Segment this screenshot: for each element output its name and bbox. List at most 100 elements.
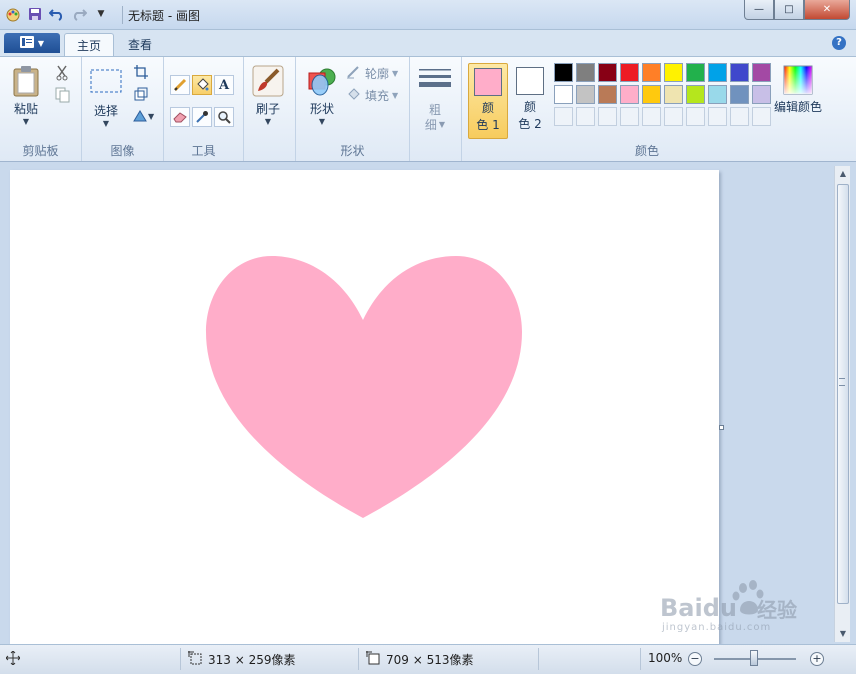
- save-icon[interactable]: [26, 5, 44, 23]
- palette-swatch[interactable]: [620, 63, 639, 82]
- palette-swatch[interactable]: [554, 63, 573, 82]
- eraser-icon[interactable]: [170, 107, 190, 127]
- fill-bucket-icon[interactable]: [192, 75, 212, 95]
- copy-icon[interactable]: [55, 87, 71, 106]
- rotate-icon[interactable]: ▼: [132, 109, 154, 123]
- palette-swatch[interactable]: [642, 85, 661, 104]
- palette-custom-slot[interactable]: [686, 107, 705, 126]
- group-size: 粗 细 ▼: [410, 57, 462, 161]
- brushes-button[interactable]: 刷子 ▼: [252, 65, 284, 126]
- palette-custom-slot[interactable]: [664, 107, 683, 126]
- palette-swatch[interactable]: [598, 85, 617, 104]
- close-button[interactable]: ✕: [804, 0, 850, 20]
- shapes-button[interactable]: 形状 ▼: [306, 65, 338, 126]
- help-icon[interactable]: ?: [832, 36, 846, 50]
- group-colors: 颜 色 1 颜 色 2 编辑颜色 颜色: [462, 57, 832, 161]
- scrollbar-thumb[interactable]: [837, 184, 849, 604]
- zoom-in-button[interactable]: +: [810, 652, 824, 666]
- size-button[interactable]: 粗 细 ▼: [419, 67, 451, 132]
- tab-home[interactable]: 主页: [64, 33, 115, 56]
- tab-view[interactable]: 查看: [116, 33, 164, 56]
- palette-swatch[interactable]: [686, 63, 705, 82]
- minimize-button[interactable]: —: [744, 0, 774, 20]
- paste-dropdown-arrow[interactable]: ▼: [23, 117, 29, 126]
- paint-app-icon[interactable]: [4, 5, 22, 23]
- scroll-up-icon[interactable]: ▲: [835, 166, 851, 182]
- maximize-button[interactable]: □: [774, 0, 804, 20]
- palette-swatch[interactable]: [708, 63, 727, 82]
- color1-swatch: [474, 68, 502, 96]
- palette-swatch[interactable]: [598, 63, 617, 82]
- undo-icon[interactable]: [48, 5, 66, 23]
- palette-custom-slot[interactable]: [708, 107, 727, 126]
- right-border: [850, 162, 856, 644]
- palette-swatch[interactable]: [620, 85, 639, 104]
- scroll-down-icon[interactable]: ▼: [835, 626, 851, 642]
- color-picker-icon[interactable]: [192, 107, 212, 127]
- quick-access-toolbar: ▼: [4, 5, 110, 23]
- outline-button[interactable]: 轮廓 ▼: [346, 65, 398, 82]
- status-separator: [640, 648, 641, 670]
- brush-dropdown-arrow[interactable]: ▼: [265, 117, 271, 126]
- magnifier-icon[interactable]: [214, 107, 234, 127]
- shapes-group-label: 形状: [340, 144, 365, 158]
- palette-swatch[interactable]: [686, 85, 705, 104]
- select-button[interactable]: 选择 ▼: [90, 69, 122, 128]
- palette-swatch[interactable]: [752, 85, 771, 104]
- palette-custom-slot[interactable]: [752, 107, 771, 126]
- selection-size-icon: [188, 651, 202, 668]
- color2-label-line2: 色 2: [518, 117, 542, 131]
- resize-icon[interactable]: [134, 87, 148, 104]
- palette-swatch[interactable]: [730, 63, 749, 82]
- vertical-scrollbar[interactable]: ▲ ▼: [834, 166, 850, 642]
- palette-swatch[interactable]: [554, 85, 573, 104]
- selection-size-text: 313 × 259像素: [208, 653, 296, 667]
- palette-swatch[interactable]: [730, 85, 749, 104]
- pink-heart-shape[interactable]: [206, 256, 522, 518]
- palette-swatch[interactable]: [664, 85, 683, 104]
- color1-label-line1: 颜: [481, 101, 494, 115]
- window-controls: — □ ✕: [744, 0, 850, 20]
- edit-colors-button[interactable]: 编辑颜色: [774, 65, 822, 115]
- clipboard-group-label: 剪贴板: [22, 144, 59, 158]
- group-shapes: 形状 ▼ 轮廓 ▼ 填充 ▼ 形状: [296, 57, 410, 161]
- palette-swatch[interactable]: [664, 63, 683, 82]
- color2-button[interactable]: 颜 色 2: [510, 63, 550, 139]
- shapes-dropdown-arrow[interactable]: ▼: [319, 117, 325, 126]
- palette-swatch[interactable]: [752, 63, 771, 82]
- canvas-resize-handle-right[interactable]: [719, 425, 724, 430]
- palette-swatch[interactable]: [642, 63, 661, 82]
- palette-custom-slot[interactable]: [730, 107, 749, 126]
- palette-custom-slot[interactable]: [554, 107, 573, 126]
- palette-custom-slot[interactable]: [620, 107, 639, 126]
- size-label-row: 细 ▼: [425, 118, 445, 132]
- cut-icon[interactable]: [55, 65, 69, 84]
- palette-custom-slot[interactable]: [642, 107, 661, 126]
- paste-label: 粘贴: [13, 102, 38, 116]
- select-dropdown-arrow[interactable]: ▼: [103, 119, 109, 128]
- zoom-out-button[interactable]: −: [688, 652, 702, 666]
- palette-custom-slot[interactable]: [576, 107, 595, 126]
- palette-custom-slot[interactable]: [598, 107, 617, 126]
- palette-swatch[interactable]: [576, 85, 595, 104]
- fill-button[interactable]: 填充 ▼: [346, 87, 398, 104]
- zoom-slider-thumb[interactable]: [750, 650, 758, 666]
- colors-group-label: 颜色: [634, 144, 659, 158]
- color1-label-line2: 色 1: [476, 118, 500, 132]
- text-tool-icon[interactable]: A: [214, 75, 234, 95]
- color1-button[interactable]: 颜 色 1: [468, 63, 508, 139]
- line-size-icon: [419, 67, 451, 96]
- palette-swatch[interactable]: [576, 63, 595, 82]
- drawing-canvas[interactable]: [10, 170, 719, 644]
- palette-swatch[interactable]: [708, 85, 727, 104]
- redo-icon[interactable]: [70, 5, 88, 23]
- crop-icon[interactable]: [134, 65, 148, 82]
- size-dropdown-arrow: ▼: [438, 120, 446, 129]
- pencil-icon[interactable]: [170, 75, 190, 95]
- window-title: 无标题 - 画图: [128, 9, 200, 23]
- paste-button[interactable]: 粘贴 ▼: [12, 65, 40, 126]
- title-bar: ▼ 无标题 - 画图 — □ ✕: [0, 0, 856, 30]
- color-spectrum-icon: [783, 65, 813, 98]
- customize-qat-icon[interactable]: ▼: [92, 5, 110, 23]
- paint-menu-button[interactable]: ▼: [4, 33, 60, 53]
